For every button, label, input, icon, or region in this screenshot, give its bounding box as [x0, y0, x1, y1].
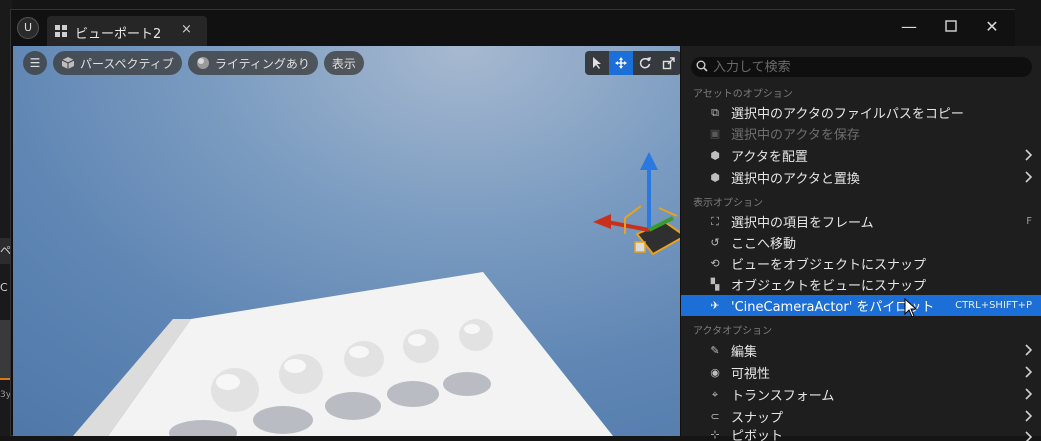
hamburger-icon: ☰ — [29, 56, 41, 70]
chevron-right-icon — [1025, 149, 1033, 161]
menu-item-label: 選択中のアクタを保存 — [731, 128, 860, 143]
menu-item-label: 可視性 — [731, 367, 771, 382]
menu-item-save-actor[interactable]: ▣ 選択中のアクタを保存 — [681, 123, 1041, 144]
menu-item-label: オブジェクトをビューにスナップ — [731, 279, 927, 294]
rotate-tool-button[interactable] — [633, 51, 657, 75]
menu-item-label: ビューをオブジェクトにスナップ — [731, 258, 927, 273]
menu-item-label: ピボット — [731, 428, 784, 441]
menu-item-pilot-camera[interactable]: ✈ 'CineCameraActor' をパイロット CTRL+SHIFT+P — [681, 295, 1041, 316]
perspective-label: パースペクティブ — [80, 56, 174, 71]
chevron-right-icon — [1025, 344, 1033, 356]
cine-camera-actor — [593, 152, 687, 256]
menu-item-copy-path[interactable]: ⧉ 選択中のアクタのファイルパスをコピー — [681, 102, 1041, 123]
section-asset-options: アセットのオプション — [693, 89, 793, 100]
menu-item-pivot[interactable]: ⊹ ピボット — [681, 427, 1041, 441]
chevron-right-icon — [1025, 366, 1033, 378]
cursor-arrow-icon — [593, 57, 601, 69]
search-icon — [691, 60, 713, 75]
chevron-right-icon — [1025, 171, 1033, 183]
menu-item-label: ここへ移動 — [731, 237, 797, 252]
frame-icon: ⛶ — [711, 214, 719, 228]
cube-icon — [61, 57, 75, 69]
menu-item-snap[interactable]: ⊂ スナップ — [681, 406, 1041, 427]
lighting-button[interactable]: ライティングあり — [187, 51, 318, 75]
edit-pencil-icon: ✎ — [710, 344, 720, 357]
menu-search-box — [691, 57, 1032, 77]
move-here-icon: ↺ — [710, 236, 720, 249]
lit-sphere-icon — [196, 57, 209, 69]
copy-path-icon: ⧉ — [711, 105, 719, 119]
menu-item-label: スナップ — [731, 411, 784, 426]
tab-label: ビューポート2 — [75, 27, 162, 42]
menu-item-frame-selected[interactable]: ⛶ 選択中の項目をフレーム F — [681, 211, 1041, 232]
viewport-menu-button[interactable]: ☰ — [23, 51, 47, 75]
menu-item-label: アクタを配置 — [731, 150, 808, 165]
shortcut-label: F — [1026, 216, 1032, 227]
minimize-button[interactable]: — — [897, 15, 921, 39]
select-tool-button[interactable] — [585, 51, 609, 75]
viewport-toolbar: ☰ パースペクティブ ライティングあり 表示 — [23, 51, 364, 75]
section-actor-options: アクタオプション — [693, 326, 773, 337]
replace-actor-icon: ⬢ — [710, 171, 720, 184]
save-icon: ▣ — [709, 127, 721, 140]
tab-close-button[interactable]: × — [181, 22, 192, 37]
menu-item-transform[interactable]: ⌖ トランスフォーム — [681, 384, 1041, 405]
scale-icon — [662, 57, 675, 70]
translate-tool-button[interactable] — [609, 51, 633, 75]
move-arrows-icon — [615, 57, 627, 69]
scale-tool-button[interactable] — [657, 51, 681, 75]
menu-item-label: 選択中のアクタと置換 — [731, 172, 860, 187]
snap-view-icon: ⟲ — [710, 257, 720, 270]
viewport-grid-icon — [55, 25, 67, 37]
close-window-button[interactable]: ✕ — [980, 15, 1004, 39]
pilot-icon: ✈ — [710, 299, 720, 312]
mouse-cursor-icon — [904, 298, 918, 318]
menu-item-label: 選択中の項目をフレーム — [731, 216, 874, 231]
menu-item-place-actor[interactable]: ⬢ アクタを配置 — [681, 145, 1041, 166]
transform-tools — [585, 51, 681, 75]
menu-item-label: トランスフォーム — [731, 389, 835, 404]
menu-item-label: 選択中のアクタのファイルパスをコピー — [731, 107, 964, 122]
menu-item-move-here[interactable]: ↺ ここへ移動 — [681, 232, 1041, 253]
menu-item-visibility[interactable]: ◉ 可視性 — [681, 362, 1041, 383]
maximize-button[interactable] — [939, 15, 963, 39]
menu-item-replace-actor[interactable]: ⬢ 選択中のアクタと置換 — [681, 167, 1041, 188]
eye-icon: ◉ — [710, 366, 720, 379]
rotate-icon — [639, 57, 651, 69]
pivot-icon: ⊹ — [710, 427, 720, 441]
chevron-right-icon — [1025, 388, 1033, 400]
menu-item-label: 編集 — [731, 345, 758, 360]
transform-icon: ⌖ — [711, 387, 719, 401]
snap-object-icon: ▚ — [710, 278, 720, 291]
section-display-options: 表示オプション — [693, 198, 763, 209]
show-button[interactable]: 表示 — [323, 51, 364, 75]
menu-search-input[interactable] — [713, 59, 1013, 75]
menu-item-snap-view-to-object[interactable]: ⟲ ビューをオブジェクトにスナップ — [681, 253, 1041, 274]
menu-item-edit[interactable]: ✎ 編集 — [681, 340, 1041, 361]
context-menu: アセットのオプション ⧉ 選択中のアクタのファイルパスをコピー ▣ 選択中のアク… — [680, 46, 1041, 441]
tab-viewport-2[interactable]: ビューポート2 × — [47, 16, 207, 46]
show-label: 表示 — [331, 56, 356, 71]
magnet-icon: ⊂ — [710, 410, 720, 423]
title-bar[interactable]: U ビューポート2 × — ✕ — [11, 10, 1015, 46]
unreal-logo-icon: U — [17, 17, 39, 39]
perspective-button[interactable]: パースペクティブ — [53, 51, 182, 75]
lighting-label: ライティングあり — [214, 56, 310, 71]
place-actor-icon: ⬢ — [710, 149, 720, 162]
menu-item-snap-object-to-view[interactable]: ▚ オブジェクトをビューにスナップ — [681, 274, 1041, 295]
maximize-icon — [945, 20, 957, 32]
chevron-right-icon — [1025, 410, 1033, 422]
shortcut-label: CTRL+SHIFT+P — [955, 300, 1032, 311]
